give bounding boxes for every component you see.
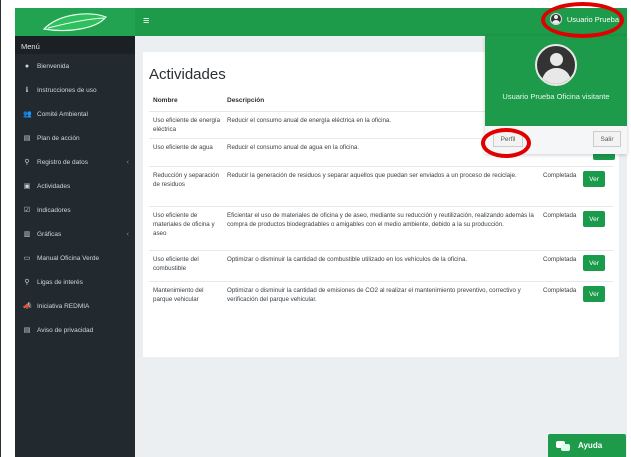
sidebar-item-label: Manual Oficina Verde — [37, 254, 100, 262]
document-icon: ▤ — [23, 135, 31, 142]
pin-icon: ⚲ — [24, 279, 30, 286]
chevron-left-icon: ‹ — [126, 230, 129, 238]
table-row: Reducción y separación de residuos Reduci… — [149, 166, 613, 206]
briefcase-icon: ▣ — [23, 183, 31, 190]
avatar-large — [535, 44, 577, 86]
checkbox-icon: ☑ — [23, 207, 31, 214]
app-frame: ≡ Usuario Prueba Menú ● Bienvenida ℹ Instru… — [0, 0, 631, 457]
sidebar-heading: Menú — [15, 36, 135, 54]
highlight-circle-profile — [481, 128, 531, 158]
sidebar-item[interactable]: ℹ Instrucciones de uso — [15, 78, 135, 102]
sidebar-item-label: Aviso de privacidad — [37, 326, 94, 334]
activity-name: Mantenimiento del parque vehicular — [153, 287, 204, 303]
user-dropdown-header: Usuario Prueba Oficina visitante — [485, 36, 627, 126]
sidebar-menu: ● Bienvenida ℹ Instrucciones de uso 👥 Comité … — [15, 54, 135, 342]
book-icon: ▭ — [23, 255, 31, 262]
chevron-left-icon: ‹ — [126, 158, 129, 166]
sidebar-item[interactable]: ⚲ Ligas de interés — [15, 270, 135, 294]
activity-name: Uso eficiente del combustible — [153, 256, 199, 272]
sidebar-item[interactable]: ▭ Manual Oficina Verde — [15, 246, 135, 270]
activity-name: Uso eficiente de energía eléctrica — [153, 117, 221, 133]
ver-button-partial[interactable] — [593, 154, 615, 160]
sidebar-item[interactable]: ▤ Aviso de privacidad — [15, 318, 135, 342]
file-icon: ▤ — [23, 327, 31, 334]
ver-button[interactable]: Ver — [583, 255, 605, 271]
sidebar-item[interactable]: ▣ Actividades — [15, 174, 135, 198]
sidebar-item-label: Iniciativa REDMIA — [37, 302, 90, 310]
chat-icon — [556, 440, 570, 451]
activity-description: Eficientar el uso de materiales de ofici… — [227, 212, 534, 228]
leaf-logo-icon — [42, 13, 108, 32]
help-label: Ayuda — [578, 441, 603, 450]
table-row: Uso eficiente del combustible Optimizar o… — [149, 250, 613, 281]
activity-description: Optimizar o disminuir la cantidad de emi… — [227, 287, 521, 303]
chat-bubble-icon: ● — [24, 62, 30, 70]
column-header-nombre: Nombre — [153, 97, 178, 104]
users-icon: 👥 — [23, 111, 32, 118]
status-text: Completada — [543, 212, 577, 219]
hamburger-icon[interactable]: ≡ — [143, 15, 149, 27]
sidebar-item-label: Gráficas — [37, 230, 62, 238]
sidebar: Menú ● Bienvenida ℹ Instrucciones de uso 👥 Co… — [15, 36, 135, 457]
top-navbar: ≡ Usuario Prueba — [15, 8, 627, 36]
sidebar-item-label: Actividades — [37, 182, 71, 190]
table-row: Uso eficiente de materiales de oficina y… — [149, 206, 613, 250]
sidebar-item[interactable]: ▤ Plan de acción — [15, 126, 135, 150]
sidebar-item-label: Bienvenida — [37, 62, 70, 70]
info-icon: ℹ — [25, 87, 29, 94]
ver-button[interactable]: Ver — [583, 211, 605, 227]
highlight-circle-user — [541, 2, 624, 38]
sidebar-item-label: Instrucciones de uso — [37, 86, 97, 94]
ver-button[interactable]: Ver — [583, 286, 605, 302]
activity-description: Reducir la generación de residuos y sepa… — [227, 172, 517, 179]
ver-button[interactable]: Ver — [583, 171, 605, 187]
sidebar-item[interactable]: ☑ Indicadores — [15, 198, 135, 222]
status-text: Completada — [543, 287, 577, 294]
status-text: Completada — [543, 256, 577, 263]
sidebar-item-label: Plan de acción — [37, 134, 80, 142]
sidebar-item-label: Indicadores — [37, 206, 71, 214]
column-header-descripcion: Descripción — [227, 97, 265, 104]
bullhorn-icon: 📣 — [23, 303, 32, 310]
activity-name: Uso eficiente de materiales de oficina y… — [153, 212, 215, 237]
app-logo[interactable] — [15, 8, 135, 36]
help-button[interactable]: Ayuda — [548, 434, 626, 457]
user-full-name: Usuario Prueba Oficina visitante — [502, 92, 610, 101]
page-title: Actividades — [149, 66, 226, 83]
sidebar-item-label: Ligas de interés — [37, 278, 83, 286]
activity-name: Uso eficiente de agua — [153, 144, 213, 151]
binoculars-icon: ⚲ — [24, 159, 30, 166]
logout-button[interactable]: Salir — [593, 131, 621, 147]
activity-description: Optimizar o disminuir la cantidad de com… — [227, 256, 468, 263]
sidebar-item[interactable]: ● Bienvenida — [15, 54, 135, 78]
sidebar-item[interactable]: ⚲ Registro de datos ‹ — [15, 150, 135, 174]
sidebar-item-label: Comité Ambiental — [37, 110, 88, 118]
sidebar-item[interactable]: 📣 Iniciativa REDMIA — [15, 294, 135, 318]
sidebar-item[interactable]: 👥 Comité Ambiental — [15, 102, 135, 126]
sidebar-item-label: Registro de datos — [37, 158, 88, 166]
bar-chart-icon: ▥ — [23, 231, 31, 238]
status-text: Completada — [543, 172, 577, 179]
sidebar-item[interactable]: ▥ Gráficas ‹ — [15, 222, 135, 246]
activity-name: Reducción y separación de residuos — [153, 172, 220, 188]
table-row: Mantenimiento del parque vehicular Optimi… — [149, 281, 613, 321]
